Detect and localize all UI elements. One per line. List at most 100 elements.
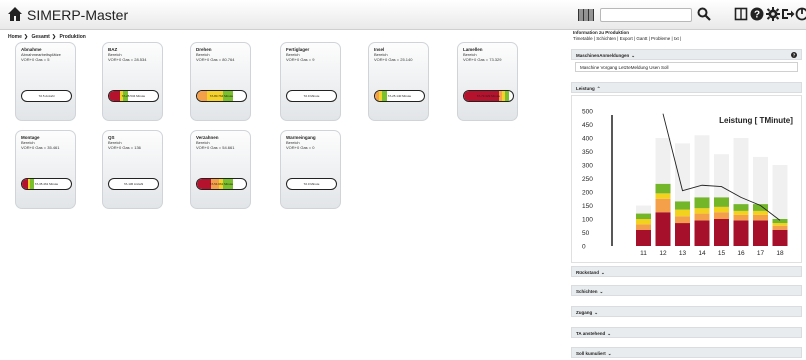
section-soll-kumuliert-label: Soll kumuliert [576, 351, 606, 356]
chevron-down-icon: ⌄ [594, 310, 599, 315]
card-progress-label: TA 25.140 Minute [387, 94, 412, 98]
bar-segment [714, 197, 729, 207]
card-value: VOR+0 Gas = 0 [286, 145, 315, 150]
card-value: VOR+0 Gas = 5 [21, 57, 50, 62]
card-progress-pill[interactable]: TA 136 Anzahl [108, 178, 159, 190]
layout-icon[interactable] [734, 7, 748, 21]
bar-segment [733, 220, 749, 246]
section-schichten[interactable]: Schichten ⌄ [571, 285, 802, 296]
bar-segment [772, 225, 788, 230]
card-progress-label: TA 35.461 Minute [34, 182, 59, 186]
search-input[interactable] [600, 8, 692, 22]
area-card[interactable]: Abnahme Abnahmearbeitsplätze VOR+0 Gas = 5… [15, 42, 76, 121]
bar-segment [694, 197, 710, 209]
y-tick-label: 350 [582, 149, 593, 156]
area-card[interactable]: Montage Bereich VOR+0 Gas = 35.461 TA 35.46… [15, 130, 76, 209]
card-progress-pill[interactable]: TA 54.661 Minute [196, 178, 247, 190]
section-maschinen-label: MaschinenAnmeldungen [576, 53, 630, 58]
x-tick-label: 14 [698, 250, 706, 257]
bar-segment [772, 223, 788, 226]
section-zugang[interactable]: Zugang ⌄ [571, 306, 802, 317]
svg-text:?: ? [754, 10, 760, 21]
card-value: VOR+0 Gas = 35.461 [21, 145, 60, 150]
power-icon[interactable] [795, 7, 806, 21]
help-icon[interactable]: ? [791, 52, 797, 58]
top-bar: SIMERP-Master ? [0, 0, 806, 30]
card-progress-pill[interactable]: TA 9 Minute [286, 90, 337, 102]
info-panel: Information zu Produktion Timetable | Sc… [569, 30, 806, 360]
home-icon[interactable] [7, 6, 23, 22]
card-progress-pill[interactable]: TA 28.534 Minute [108, 90, 159, 102]
area-card[interactable]: Warmeingang Bereich VOR+0 Gas = 0 TA 0 Minu… [280, 130, 341, 209]
barcode-icon[interactable] [578, 9, 594, 21]
bar-segment [675, 216, 690, 224]
bar-segment [694, 208, 710, 214]
bar-segment [714, 212, 729, 219]
card-progress-label: TA 28.534 Minute [121, 94, 146, 98]
section-schichten-label: Schichten [576, 289, 598, 294]
chevron-down-icon: ⌄ [601, 270, 605, 275]
bar-segment [675, 209, 690, 217]
card-progress-label: TA 0 Minute [303, 182, 320, 186]
help-icon[interactable]: ? [750, 7, 764, 21]
bar-segment [733, 210, 749, 215]
bar-segment [733, 214, 749, 221]
area-card[interactable]: QS Bereich VOR+0 Gas = 136 TA 136 Anzahl [102, 130, 163, 209]
card-progress-pill[interactable]: TA 73.329 Minute [463, 90, 514, 102]
x-tick-label: 15 [718, 250, 726, 257]
search-icon[interactable] [697, 7, 711, 21]
section-rueckstand[interactable]: Rückstand ⌄ [571, 266, 802, 277]
chevron-down-icon: ⌄ [599, 289, 604, 294]
bar-segment [675, 223, 690, 246]
bar-segment [772, 229, 788, 246]
y-tick-label: 450 [582, 122, 593, 129]
card-progress-pill[interactable]: TA 0 Minute [286, 178, 337, 190]
logout-icon[interactable] [781, 7, 795, 21]
area-card[interactable]: Lamellen Bereich VOR+0 Gas = 73.329 TA 73.3… [457, 42, 518, 121]
card-progress-pill[interactable]: TA 35.461 Minute [21, 178, 72, 190]
bar-segment [694, 220, 710, 246]
section-leistung[interactable]: Leistung ⌃ [571, 82, 802, 93]
area-card[interactable]: BAZ Bereich VOR+0 Gas = 28.534 TA 28.534 Mi… [102, 42, 163, 121]
card-value: VOR+0 Gas = 25.140 [374, 57, 413, 62]
card-progress-pill[interactable]: TA 5 Anzahl [21, 90, 72, 102]
card-progress-pill[interactable]: TA 80.764 Minute [196, 90, 247, 102]
gear-icon[interactable] [766, 7, 780, 21]
area-card[interactable]: Verzahnen Bereich VOR+0 Gas = 54.661 TA 54.… [190, 130, 251, 209]
card-progress-label: TA 80.764 Minute [209, 94, 234, 98]
section-zugang-label: Zugang [576, 310, 593, 315]
bar-segment [753, 220, 768, 246]
section-rueckstand-label: Rückstand [576, 270, 600, 275]
x-tick-label: 17 [757, 250, 765, 257]
y-tick-label: 150 [582, 203, 593, 210]
y-tick-label: 200 [582, 190, 593, 197]
section-soll-kumuliert[interactable]: Soll kumuliert ⌄ [571, 347, 802, 358]
breadcrumb-home[interactable]: Home [8, 34, 22, 40]
card-progress-label: TA 54.661 Minute [209, 182, 234, 186]
bar-segment [636, 229, 651, 246]
area-card[interactable]: Insel Bereich VOR+0 Gas = 25.140 TA 25.140 … [368, 42, 429, 121]
card-value: VOR+0 Gas = 136 [108, 145, 141, 150]
area-card[interactable]: Fertiglager Bereich VOR+0 Gas = 9 TA 9 Minu… [280, 42, 341, 121]
section-maschinen[interactable]: MaschinenAnmeldungen ⌄ ? [571, 49, 802, 60]
breadcrumb-gesamt[interactable]: Gesamt [32, 34, 50, 40]
y-tick-label: 100 [582, 217, 593, 224]
info-panel-title: Information zu Produktion [573, 30, 629, 35]
area-card[interactable]: Drehen Bereich VOR+0 Gas = 80.764 TA 80.764… [190, 42, 251, 121]
bar-segment [655, 212, 671, 246]
card-progress-label: TA 136 Anzahl [123, 182, 144, 186]
card-progress-pill[interactable]: TA 25.140 Minute [374, 90, 425, 102]
y-tick-label: 400 [582, 136, 593, 143]
card-value: VOR+0 Gas = 28.534 [108, 57, 147, 62]
y-tick-label: 0 [582, 244, 586, 251]
chevron-up-icon: ⌃ [596, 86, 601, 91]
bar-segment [636, 224, 651, 230]
x-tick-label: 18 [776, 250, 784, 257]
y-tick-label: 50 [582, 230, 590, 237]
bar-segment [655, 198, 671, 213]
x-tick-label: 13 [679, 250, 687, 257]
info-panel-links[interactable]: Timetable | Schichten | Export | Gantt |… [573, 36, 681, 41]
section-ta-anstehend[interactable]: TA anstehend ⌄ [571, 327, 802, 338]
bar-segment [675, 201, 690, 210]
breadcrumb-produktion[interactable]: Produktion [59, 34, 85, 40]
